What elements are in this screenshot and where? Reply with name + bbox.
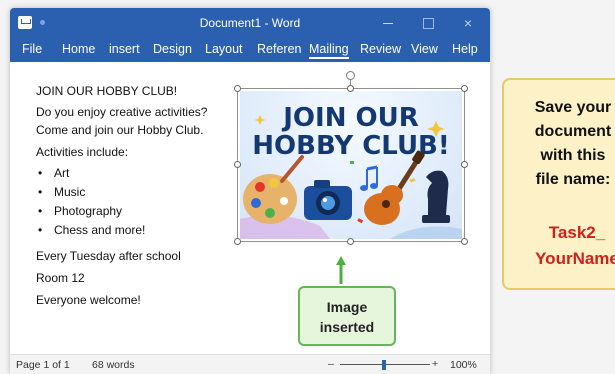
list-item: Art [38,166,69,180]
minimize-button[interactable] [374,13,402,33]
tab-review[interactable]: Review [360,42,401,56]
note-line-3: with this [540,147,606,164]
doc-intro-line-1: Do you enjoy creative activities? [36,105,208,119]
tab-design[interactable]: Design [153,42,192,56]
tab-home[interactable]: Home [62,42,95,56]
word-count[interactable]: 68 words [92,359,135,371]
resize-handle-top-right[interactable] [461,85,468,92]
image-inserted-callout: Image inserted [298,286,396,346]
room-text: Room 12 [36,271,85,285]
note-line-2: document [534,123,612,140]
list-item: Music [38,185,85,199]
list-item: Chess and more! [38,223,145,237]
welcome-text: Everyone welcome! [36,293,141,307]
title-bar: Document1 - Word × [10,8,490,38]
status-bar: Page 1 of 1 68 words – + 100% [10,354,490,374]
close-button[interactable]: × [454,13,482,33]
tab-view[interactable]: View [411,42,438,56]
resize-handle-top-left[interactable] [234,85,241,92]
zoom-thumb[interactable] [382,360,386,370]
doc-heading: JOIN OUR HOBBY CLUB! [36,84,178,98]
note-line-1: Save your [534,99,612,116]
arrow-up-icon [336,256,346,284]
activities-label: Activities include: [36,145,129,159]
zoom-level[interactable]: 100% [450,359,477,371]
file-name-line-1: Task2_ [548,223,606,242]
tab-help[interactable]: Help [452,42,478,56]
rotate-handle[interactable] [346,71,355,80]
ribbon-tabs: File Home insert Design Layout Referen M… [10,38,490,62]
file-name-line-2: YourName [535,249,615,268]
resize-handle-top[interactable] [347,85,354,92]
list-item: Photography [38,204,122,218]
word-window: Document1 - Word × File Home insert Desi… [10,8,490,374]
tab-mailings[interactable]: Mailing [309,42,349,59]
maximize-button[interactable] [414,13,442,33]
zoom-in-button[interactable]: + [432,358,438,370]
note-line-4: file name: [535,171,611,188]
instruction-note: Save your document with this file name: … [502,78,615,290]
resize-handle-bottom-left[interactable] [234,238,241,245]
page-count: Page 1 of 1 [16,359,70,371]
resize-handle-left[interactable] [234,161,241,168]
resize-handle-bottom[interactable] [347,238,354,245]
required-file-name: Task2_ YourName [512,220,615,272]
image-selection-frame [237,88,465,242]
callout-line-1: Image [326,299,368,315]
tab-file[interactable]: File [22,42,42,56]
resize-handle-right[interactable] [461,161,468,168]
resize-handle-bottom-right[interactable] [461,238,468,245]
callout-line-2: inserted [319,319,375,335]
schedule-text: Every Tuesday after school [36,249,181,263]
note-instruction: Save your document with this file name: [514,96,615,192]
tab-layout[interactable]: Layout [205,42,243,56]
zoom-out-button[interactable]: – [328,358,334,370]
tab-insert[interactable]: insert [109,42,140,56]
doc-intro-line-2: Come and join our Hobby Club. [36,123,204,137]
tab-references[interactable]: Referen [257,42,301,56]
